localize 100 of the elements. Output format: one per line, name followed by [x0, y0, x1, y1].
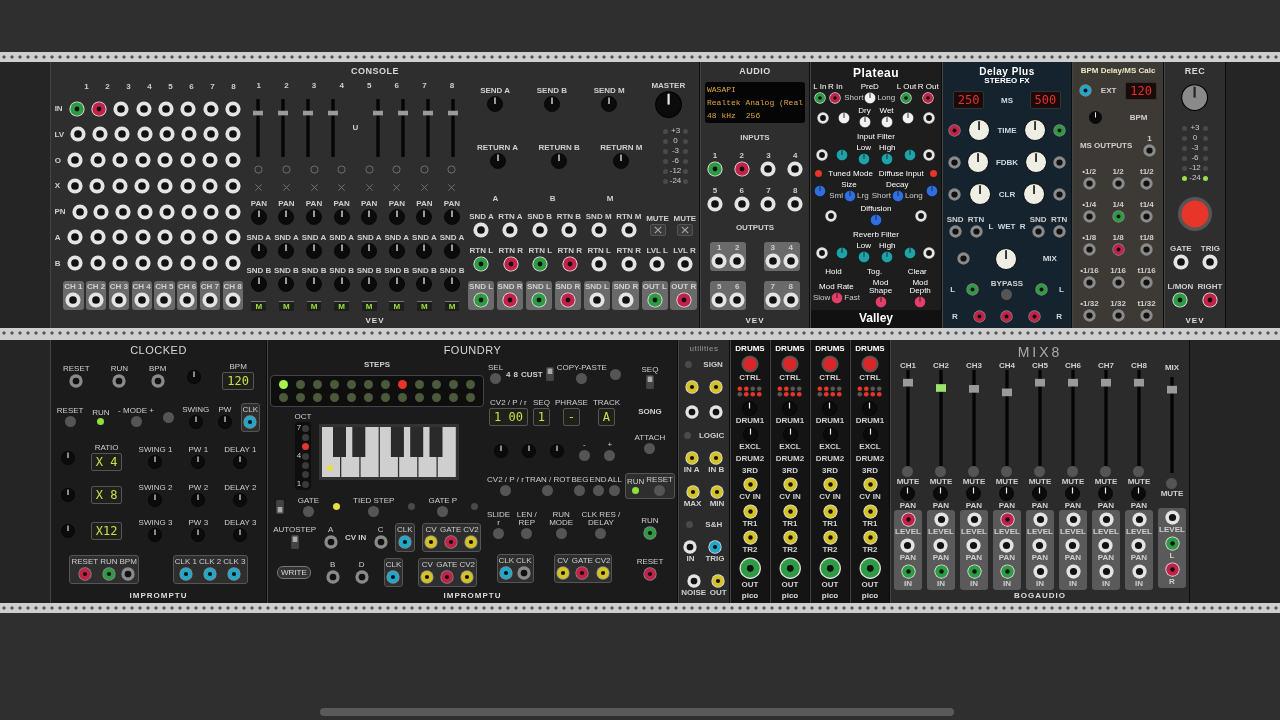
knob-icon[interactable] — [1098, 486, 1114, 501]
cross-icon[interactable] — [281, 182, 291, 192]
jack-icon[interactable] — [202, 126, 219, 143]
jack-icon[interactable] — [915, 209, 928, 222]
jack-icon[interactable] — [900, 564, 916, 579]
jack-icon[interactable] — [158, 126, 175, 143]
fader[interactable] — [448, 98, 459, 157]
knob-icon[interactable] — [522, 444, 537, 459]
mute-button[interactable]: M — [417, 300, 432, 311]
jack-icon[interactable] — [473, 256, 490, 272]
knob-icon[interactable] — [388, 242, 405, 259]
toggle-switch[interactable] — [290, 534, 299, 549]
mute-button[interactable] — [649, 223, 666, 236]
knob-icon[interactable] — [191, 528, 206, 543]
jack-icon[interactable] — [1065, 512, 1081, 527]
jack-icon[interactable] — [822, 503, 838, 519]
knob-icon[interactable] — [487, 96, 504, 113]
jack-icon[interactable] — [67, 229, 84, 246]
knob-icon[interactable] — [361, 242, 378, 259]
circle-icon[interactable] — [447, 165, 457, 175]
fader-thumb[interactable] — [423, 110, 434, 116]
circle-icon[interactable] — [392, 165, 402, 175]
jack-icon[interactable] — [179, 229, 196, 246]
jack-icon[interactable] — [999, 538, 1015, 553]
knob-icon[interactable] — [903, 148, 916, 161]
jack-icon[interactable] — [782, 252, 799, 269]
jack-icon[interactable] — [502, 221, 519, 238]
jack-icon[interactable] — [89, 255, 106, 272]
jack-icon[interactable] — [224, 177, 241, 194]
mute-button[interactable]: M — [334, 300, 349, 311]
mute-button[interactable]: M — [361, 300, 377, 311]
jack-icon[interactable] — [1202, 253, 1219, 270]
jack-icon[interactable] — [531, 292, 547, 309]
circle-icon[interactable] — [364, 165, 374, 175]
jack-icon[interactable] — [1098, 564, 1114, 579]
jack-icon[interactable] — [816, 111, 829, 124]
fader[interactable] — [373, 98, 384, 157]
fader[interactable] — [327, 98, 338, 157]
jack-icon[interactable] — [1164, 561, 1180, 577]
jack-icon[interactable] — [742, 477, 758, 493]
fader[interactable] — [252, 98, 263, 157]
jack-icon[interactable] — [933, 512, 949, 527]
jack-icon[interactable] — [862, 503, 878, 519]
jack-icon[interactable] — [1131, 538, 1147, 553]
jack-icon[interactable] — [555, 565, 570, 580]
jack-icon[interactable] — [202, 152, 219, 169]
jack-icon[interactable] — [764, 291, 781, 308]
knob-icon[interactable] — [1032, 486, 1048, 501]
knob-icon[interactable] — [967, 151, 990, 174]
jack-icon[interactable] — [684, 405, 699, 420]
pad-button[interactable] — [781, 355, 799, 374]
knob-icon[interactable] — [999, 486, 1015, 501]
knob-icon[interactable] — [388, 209, 405, 226]
knob-icon[interactable] — [968, 119, 991, 142]
knob-icon[interactable] — [148, 492, 163, 507]
knob-icon[interactable] — [902, 111, 915, 124]
fader[interactable] — [1068, 370, 1078, 466]
jack-icon[interactable] — [89, 152, 106, 169]
jack-icon[interactable] — [822, 477, 838, 493]
jack-icon[interactable] — [1032, 538, 1048, 553]
knob-icon[interactable] — [60, 523, 75, 538]
jack-icon[interactable] — [532, 256, 549, 272]
jack-icon[interactable] — [782, 477, 798, 493]
fader[interactable] — [1101, 370, 1111, 466]
jack-icon[interactable] — [112, 229, 129, 246]
knob-icon[interactable] — [969, 183, 992, 206]
knob-icon[interactable] — [995, 247, 1018, 270]
jack-icon[interactable] — [782, 530, 798, 546]
knob-icon[interactable] — [60, 450, 75, 465]
fader-thumb[interactable] — [1002, 388, 1012, 397]
knob-icon[interactable] — [601, 96, 618, 113]
jack-icon[interactable] — [620, 256, 637, 272]
knob-icon[interactable] — [217, 414, 232, 429]
jack-icon[interactable] — [179, 177, 196, 194]
jack-icon[interactable] — [686, 574, 701, 589]
jack-icon[interactable] — [999, 564, 1015, 579]
fader-thumb[interactable] — [1035, 378, 1045, 387]
jack-icon[interactable] — [89, 229, 106, 246]
jack-icon[interactable] — [778, 557, 802, 580]
fader[interactable] — [1167, 377, 1177, 474]
mute-button[interactable] — [676, 223, 693, 236]
mute-button[interactable]: M — [279, 300, 294, 311]
jack-icon[interactable] — [900, 538, 916, 553]
jack-icon[interactable] — [824, 209, 837, 222]
jack-icon[interactable] — [1201, 292, 1218, 309]
jack-icon[interactable] — [922, 91, 935, 104]
jack-icon[interactable] — [112, 152, 129, 169]
jack-icon[interactable] — [134, 177, 151, 194]
fader-thumb[interactable] — [1167, 386, 1177, 394]
jack-icon[interactable] — [424, 534, 439, 549]
jack-icon[interactable] — [559, 292, 576, 309]
jack-icon[interactable] — [224, 100, 241, 117]
jack-icon[interactable] — [92, 126, 109, 143]
jack-icon[interactable] — [561, 256, 578, 272]
circle-icon[interactable] — [281, 165, 291, 175]
jack-icon[interactable] — [202, 100, 219, 117]
toggle-switch[interactable] — [276, 499, 285, 514]
jack-icon[interactable] — [112, 255, 129, 272]
knob-icon[interactable] — [250, 242, 267, 259]
jack-icon[interactable] — [966, 564, 982, 579]
